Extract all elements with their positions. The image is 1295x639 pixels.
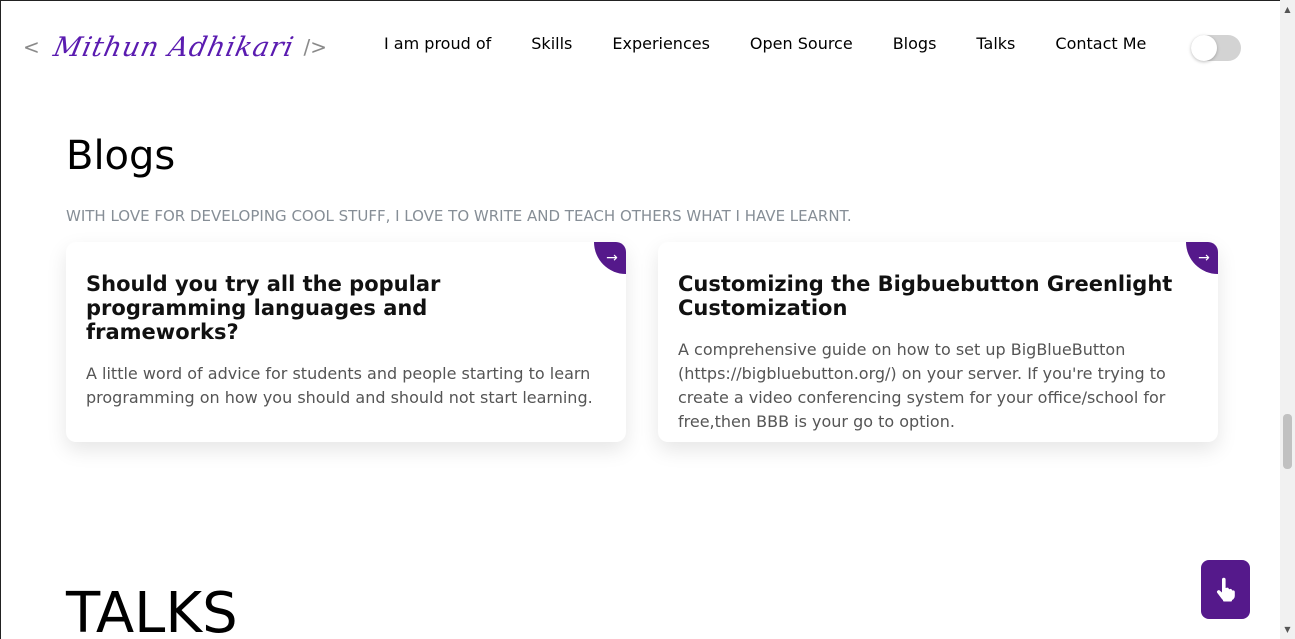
header: < Mithun Adhikari /> I am proud of Skill… <box>1 1 1280 91</box>
vertical-scrollbar[interactable]: ▲ ▼ <box>1280 0 1295 639</box>
arrow-right-icon: → <box>1186 242 1218 274</box>
logo-open-bracket: < <box>23 35 40 59</box>
blogs-subtitle: WITH LOVE FOR DEVELOPING COOL STUFF, I L… <box>66 207 852 225</box>
blogs-title: Blogs <box>66 133 176 179</box>
scrollbar-thumb[interactable] <box>1283 414 1292 469</box>
nav-skills[interactable]: Skills <box>531 34 572 54</box>
blog-card[interactable]: → Customizing the Bigbuebutton Greenligh… <box>658 242 1218 442</box>
logo-signature: Mithun Adhikari <box>50 31 297 63</box>
scroll-top-button[interactable] <box>1201 560 1250 619</box>
main-nav: I am proud of Skills Experiences Open So… <box>384 34 1186 54</box>
nav-i-am-proud-of[interactable]: I am proud of <box>384 34 491 54</box>
talks-title: TALKS <box>66 581 238 639</box>
toggle-knob <box>1191 35 1217 61</box>
scroll-up-icon[interactable]: ▲ <box>1280 2 1295 17</box>
nav-contact-me[interactable]: Contact Me <box>1055 34 1146 54</box>
page: < Mithun Adhikari /> I am proud of Skill… <box>0 0 1280 639</box>
logo-close-bracket: /> <box>303 35 327 59</box>
logo[interactable]: < Mithun Adhikari /> <box>23 27 327 67</box>
nav-open-source[interactable]: Open Source <box>750 34 853 54</box>
scroll-down-icon[interactable]: ▼ <box>1280 622 1295 637</box>
nav-blogs[interactable]: Blogs <box>893 34 937 54</box>
blog-card[interactable]: → Should you try all the popular program… <box>66 242 626 442</box>
nav-experiences[interactable]: Experiences <box>612 34 710 54</box>
theme-toggle[interactable] <box>1191 35 1241 61</box>
nav-talks[interactable]: Talks <box>976 34 1015 54</box>
blog-card-title: Should you try all the popular programmi… <box>86 272 441 344</box>
blog-card-title: Customizing the Bigbuebutton Greenlight … <box>678 272 1173 320</box>
blog-card-description: A little word of advice for students and… <box>86 364 593 407</box>
blog-card-description: A comprehensive guide on how to set up B… <box>678 340 1166 431</box>
arrow-right-icon: → <box>594 242 626 274</box>
pointing-hand-icon <box>1216 577 1235 601</box>
